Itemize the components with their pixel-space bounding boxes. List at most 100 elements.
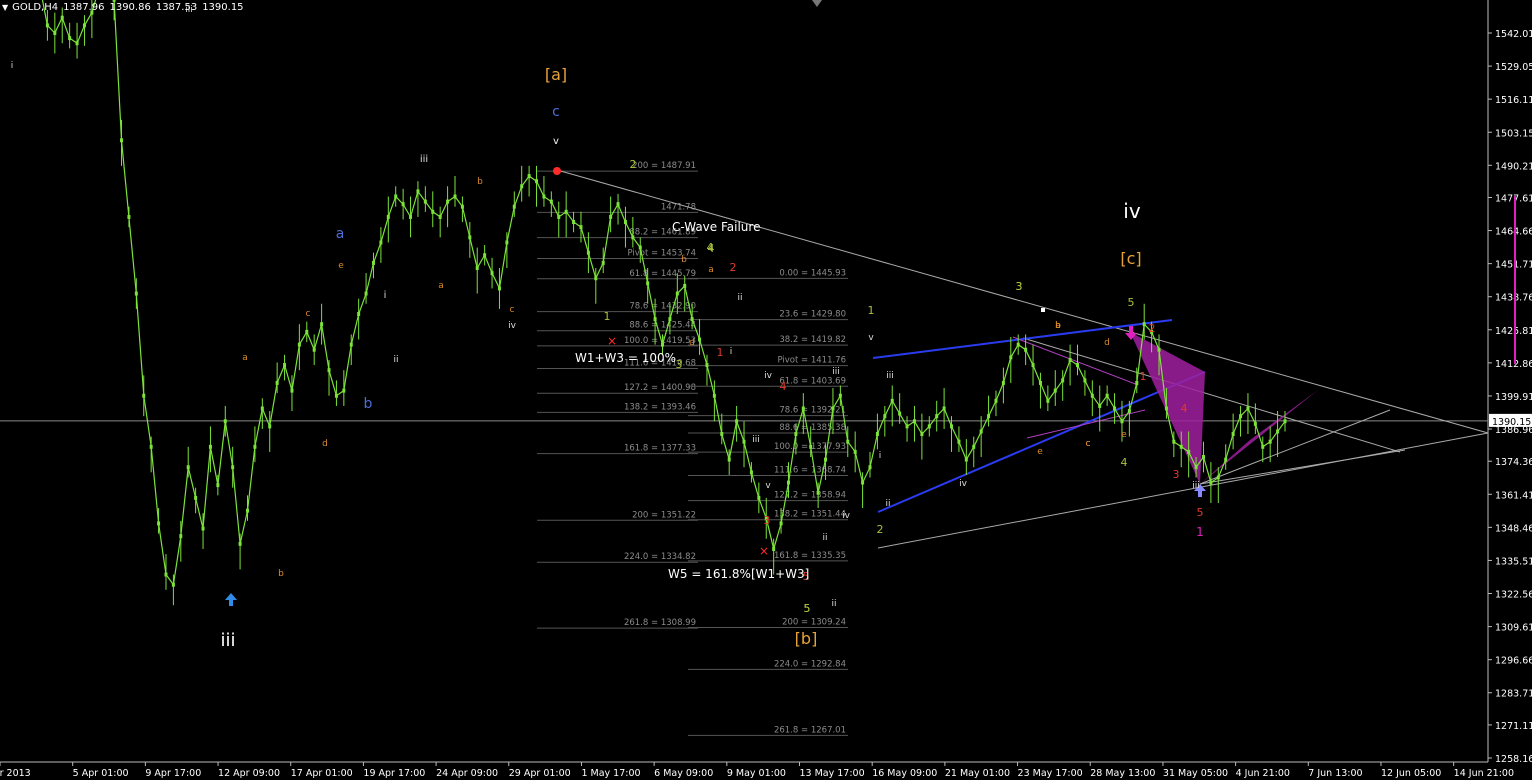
wave-label: iii: [886, 371, 894, 381]
wave-label: 1: [868, 304, 875, 317]
fib-level-b-label: 61.8 = 1403.69: [779, 376, 846, 386]
wave-label: 4: [1121, 456, 1128, 469]
price-tick-label: 1296.66: [1495, 656, 1532, 667]
wave-label: iv: [842, 511, 851, 521]
wave-label: 3: [1173, 468, 1180, 481]
wave-label: v: [868, 333, 874, 343]
wave-label: ii: [393, 355, 398, 365]
price-tick-label: 1451.71: [1495, 260, 1532, 271]
price-tick-label: 1271.11: [1495, 721, 1532, 732]
time-tick-label: 1 May 17:00: [581, 768, 640, 779]
fib-level-a-label: 200 = 1487.91: [632, 161, 696, 171]
current-price-label: 1390.15: [1492, 417, 1531, 428]
wave-label: 2: [730, 261, 737, 274]
low-price: 1387.53: [155, 2, 198, 13]
time-tick-label: 19 Apr 17:00: [363, 768, 425, 779]
point-marker-icon: [1041, 308, 1045, 312]
time-tick-label: 16 May 09:00: [872, 768, 937, 779]
price-tick-label: 1348.46: [1495, 523, 1532, 534]
price-tick-label: 1425.81: [1495, 326, 1532, 337]
time-tick-label: 14 Jun 21:00: [1454, 768, 1514, 779]
x-marker-icon: ×: [607, 334, 617, 348]
fib-level-b-label: 127.2 = 1358.94: [774, 491, 846, 501]
fib-level-b-label: 88.6 = 1385.38: [779, 423, 846, 433]
wave-label: b: [364, 396, 373, 412]
fib-level-a-label: 127.2 = 1400.98: [624, 383, 696, 393]
fib-level-b-label: 38.2 = 1419.82: [779, 335, 846, 345]
wave-label: 1: [1196, 525, 1204, 539]
wave-label: iv: [764, 371, 773, 381]
wave-label: iii: [220, 630, 235, 651]
fib-level-b-label: Pivot = 1411.76: [777, 356, 846, 366]
time-tick-label: 23 May 17:00: [1018, 768, 1083, 779]
wave-label: i: [11, 61, 14, 71]
price-tick-label: 1542.01: [1495, 29, 1532, 40]
wave-label: v: [553, 137, 559, 147]
time-tick-label: 17 Apr 01:00: [291, 768, 353, 779]
fib-level-a-label: 61.8 = 1445.79: [629, 269, 696, 279]
wave-label: 2: [1149, 322, 1156, 335]
high-price: 1390.86: [109, 2, 151, 13]
fib-level-b-label: 261.8 = 1267.01: [774, 725, 846, 735]
time-tick-label: 9 May 01:00: [727, 768, 786, 779]
wave-label: e: [1037, 447, 1043, 457]
price-tick-label: 1490.21: [1495, 161, 1532, 172]
wave-label: iv: [1123, 199, 1141, 223]
wave-label: a: [242, 353, 248, 363]
wave-label: 5: [1128, 296, 1135, 309]
wave-label: d: [322, 439, 328, 449]
wave-label: 2: [877, 523, 884, 536]
fib-level-b-label: 23.6 = 1429.80: [779, 310, 846, 320]
time-tick-label: 7 Jun 13:00: [1308, 768, 1362, 779]
price-tick-label: 1477.61: [1495, 193, 1532, 204]
fib-level-a-label: 261.8 = 1308.99: [624, 618, 696, 628]
fib-level-b-label: 138.2 = 1351.44: [774, 510, 846, 520]
time-tick-label: 6 May 09:00: [654, 768, 713, 779]
fib-level-b-label: 161.8 = 1335.35: [774, 551, 846, 561]
wave-label: d: [1104, 338, 1110, 348]
wave-label: i: [730, 347, 733, 357]
price-tick-label: 1361.41: [1495, 490, 1532, 501]
annotation-label: W5 = 161.8%[W1+W3]: [668, 567, 809, 581]
wave-label: iv: [508, 321, 517, 331]
wave-label: a: [336, 226, 345, 242]
wave-label: b: [681, 255, 687, 265]
wave-label: b: [278, 569, 284, 579]
time-tick-label: 9 Apr 17:00: [145, 768, 201, 779]
wave-label: ii: [885, 499, 890, 509]
wave-label: d: [689, 338, 695, 348]
fib-level-a-label: 200 = 1351.22: [632, 510, 696, 520]
symbol-label: GOLD,H4: [12, 2, 59, 13]
price-tick-label: 1438.76: [1495, 293, 1532, 304]
price-chart[interactable]: 1542.01 1529.05 1516.11 1503.15 1490.21 1477.…: [0, 0, 1532, 780]
time-tick-label: 24 Apr 09:00: [436, 768, 498, 779]
wave-label: c: [510, 305, 515, 315]
wave-label: i: [879, 451, 882, 461]
fib-level-a-label: 161.8 = 1377.33: [624, 444, 696, 454]
wave-label: [a]: [545, 65, 567, 84]
wave-label: ii: [737, 293, 742, 303]
peak-marker-icon: [553, 167, 561, 175]
price-tick-label: 1412.86: [1495, 359, 1532, 370]
price-tick-label: 1309.61: [1495, 623, 1532, 634]
wave-label: iii: [832, 367, 840, 377]
fib-level-b-label: 200 = 1309.24: [782, 618, 846, 628]
chart-background: [0, 0, 1532, 780]
fib-level-a-label: 138.2 = 1393.46: [624, 402, 696, 412]
wave-label: 3: [1016, 280, 1023, 293]
wave-label: e: [1121, 430, 1127, 440]
chart-header: ▼ GOLD,H4 1387.96 1390.86 1387.53 1390.15: [2, 2, 249, 13]
wave-label: 1: [1140, 370, 1147, 383]
wave-label: b: [477, 177, 483, 187]
time-tick-label: 12 Apr 09:00: [218, 768, 280, 779]
fib-level-a-label: 78.6 = 1432.90: [629, 302, 696, 312]
x-marker-icon: ×: [759, 544, 769, 558]
wave-label: 4: [707, 241, 714, 254]
time-tick-label: 12 Jun 05:00: [1381, 768, 1441, 779]
wave-label: 5: [804, 602, 811, 615]
fib-level-a-label: 88.6 = 1425.44: [629, 321, 696, 331]
triangle-down-icon[interactable]: ▼: [2, 3, 8, 12]
time-tick-label: 13 May 17:00: [800, 768, 865, 779]
price-tick-label: 1529.05: [1495, 62, 1532, 73]
wave-label: v: [765, 481, 771, 491]
